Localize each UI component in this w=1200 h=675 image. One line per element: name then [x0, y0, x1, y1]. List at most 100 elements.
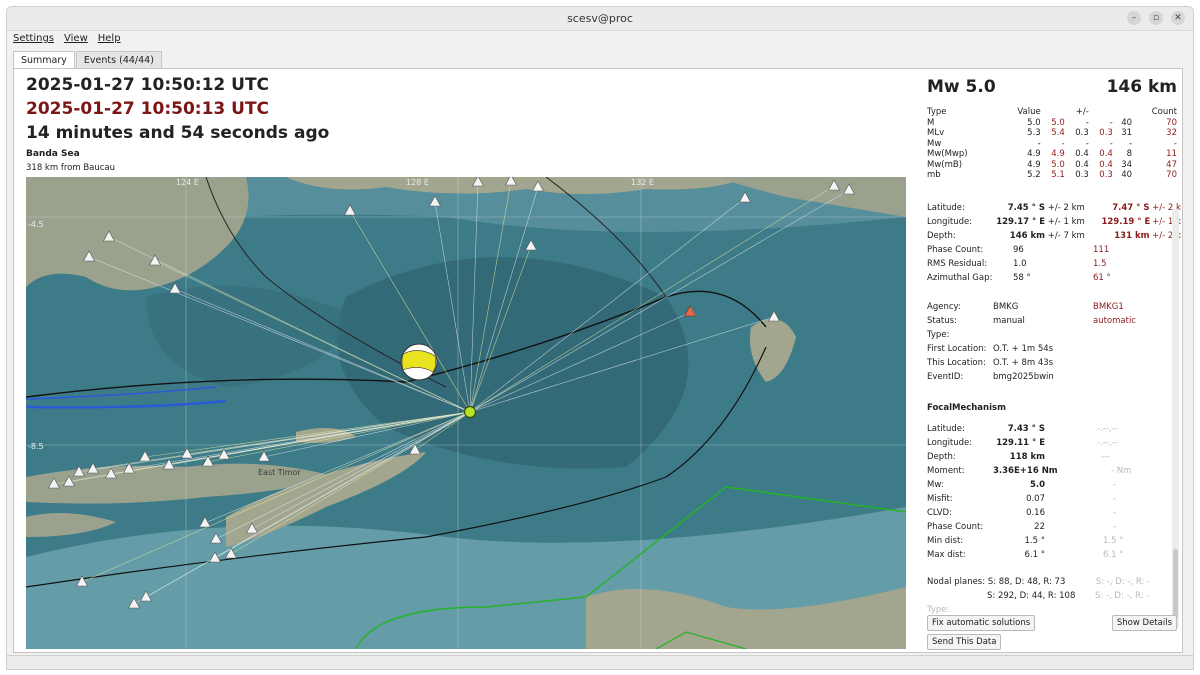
fm-depth-row: Depth: 118 km --- — [927, 452, 1111, 462]
status-row: Status: manual automatic — [927, 316, 1136, 326]
details-scrollbar[interactable] — [1172, 209, 1179, 629]
nearest-city: 318 km from Baucau — [26, 163, 116, 173]
menu-view[interactable]: View — [64, 31, 88, 47]
magnitude-table-header: Type Value +/- Count — [927, 107, 1177, 118]
azimuthal-gap-row: Azimuthal Gap: 58 ° 61 ° — [927, 273, 1111, 283]
fm-longitude-row: Longitude: 129.11 ° E -.--,-- — [927, 438, 1118, 448]
type-row: Type: — [927, 330, 950, 340]
magnitude-cell-v2: 5.4 — [1051, 128, 1065, 138]
send-this-data-button[interactable]: Send This Data — [927, 634, 1002, 650]
this-location-row: This Location: O.T. + 8m 43s — [927, 358, 1054, 368]
tab-summary[interactable]: Summary — [13, 51, 75, 69]
magnitude-cell-v2: 5.0 — [1051, 117, 1065, 128]
fm-latitude-row: Latitude: 7.43 ° S -.--,-- — [927, 424, 1118, 434]
magnitude-cell-type: Mw(mB) — [927, 159, 963, 170]
event-overview: 2025-01-27 10:50:12 UTC 2025-01-27 10:50… — [20, 69, 910, 652]
magnitude-cell-c1: 31 — [1121, 128, 1133, 138]
magnitude-row: M 5.0 5.0- -40 70 — [927, 118, 1177, 129]
magnitude-cell-type: Mw — [927, 138, 942, 149]
minimize-button[interactable]: – — [1127, 11, 1141, 25]
tab-events[interactable]: Events (44/44) — [75, 51, 162, 69]
status-bar — [7, 655, 1193, 669]
magnitude-cell-v2: 4.9 — [1051, 149, 1065, 159]
fm-type-row: Type: — [927, 605, 950, 615]
magnitude-cell-v1: 4.9 — [1027, 149, 1041, 159]
menu-bar: Settings View Help — [7, 31, 1193, 47]
magnitude-cell-type: mb — [927, 170, 941, 180]
event-map[interactable]: 124 E 128 E 132 E -4.5 -8.5 East Timor — [26, 177, 906, 649]
magnitude-cell-c2: 70 — [1166, 170, 1177, 180]
map-canvas[interactable]: 124 E 128 E 132 E -4.5 -8.5 East Timor — [26, 177, 906, 649]
region-name: Banda Sea — [26, 149, 80, 159]
magnitude-cell-v1: 4.9 — [1027, 159, 1041, 170]
magnitude-cell-type: MLv — [927, 128, 945, 138]
fix-automatic-solutions-button[interactable]: Fix automatic solutions — [927, 615, 1036, 631]
rms-residual-row: RMS Residual: 1.0 1.5 — [927, 259, 1107, 269]
magnitude-cell-c1: - — [1129, 138, 1133, 149]
magnitude-cell-c2: - — [1173, 138, 1177, 149]
window-title: scesv@proc — [567, 12, 633, 25]
magnitude-cell-v2: 5.1 — [1051, 170, 1065, 180]
origin-latitude-row: Latitude: 7.45 ° S +/- 2 km 7.47 ° S +/- 2… — [927, 203, 1181, 213]
lat-label-lower: -8.5 — [28, 442, 44, 451]
place-label: East Timor — [258, 468, 301, 477]
magnitude-cell-e1: 0.4 — [1075, 159, 1089, 170]
magnitude-cell-e2: - — [1109, 138, 1113, 149]
origin-time: 2025-01-27 10:50:12 UTC — [26, 75, 270, 95]
epicenter-marker[interactable] — [463, 405, 477, 419]
window-controls: – ▫ ✕ — [1127, 11, 1185, 25]
col-value: Value — [1017, 107, 1041, 117]
maximize-button[interactable]: ▫ — [1149, 11, 1163, 25]
menu-help[interactable]: Help — [98, 31, 121, 47]
application-window: scesv@proc – ▫ ✕ Settings View Help Summ… — [6, 6, 1194, 670]
magnitude-cell-c2: 32 — [1166, 128, 1177, 138]
lon-label-124: 124 E — [176, 178, 199, 187]
origin-longitude-row: Longitude: 129.17 ° E +/- 1 km 129.19 ° E … — [927, 217, 1181, 227]
tab-bar: Summary Events (44/44) — [13, 51, 163, 69]
magnitude-cell-e1: 0.4 — [1075, 149, 1089, 159]
magnitude-cell-c2: 70 — [1166, 117, 1177, 128]
magnitude-cell-e2: - — [1109, 117, 1113, 128]
fm-misfit-row: Misfit: 0.07- — [927, 494, 1117, 504]
depth-value: 146 km — [1009, 231, 1045, 241]
nodal-plane-1-row: Nodal planes: S: 88, D: 48, R: 73 S: -, D… — [927, 577, 1151, 587]
fm-mw-row: Mw: 5.0- — [927, 480, 1117, 490]
fm-clvd-row: CLVD: 0.16- — [927, 508, 1117, 518]
magnitude-title: Mw 5.0 — [927, 77, 996, 97]
magnitude-cell-e1: - — [1085, 117, 1089, 128]
magnitude-cell-c1: 40 — [1121, 170, 1133, 180]
time-since-event: 14 minutes and 54 seconds ago — [26, 123, 330, 143]
event-details-panel: Mw 5.0 146 km Type Value +/- Count M 5.0 5… — [919, 69, 1181, 652]
origin-time-alternative: 2025-01-27 10:50:13 UTC — [26, 99, 270, 119]
fm-phase-count-row: Phase Count: 22- — [927, 522, 1117, 532]
magnitude-cell-e2: 0.4 — [1099, 159, 1113, 170]
fm-min-dist-row: Min dist: 1.5 ° 1.5 ° — [927, 536, 1124, 546]
magnitude-cell-c2: 11 — [1166, 149, 1177, 159]
focal-mechanism-title: FocalMechanism — [927, 403, 1006, 413]
nodal-plane-2-row: S: 292, D: 44, R: 108 S: -, D: -, R: - — [987, 591, 1150, 601]
magnitude-cell-v1: 5.0 — [1027, 117, 1041, 128]
magnitude-cell-c1: 34 — [1121, 159, 1133, 170]
scrollbar-thumb[interactable] — [1173, 549, 1178, 619]
magnitude-cell-type: Mw(Mwp) — [927, 149, 968, 159]
agency-row: Agency: BMKG BMKG1 — [927, 302, 1124, 312]
phase-count-row: Phase Count: 96 111 — [927, 245, 1110, 255]
magnitude-row: MLv 5.3 5.4 0.3 0.3 31 32 — [927, 128, 1177, 139]
magnitude-table: Type Value +/- Count M 5.0 5.0- -40 70 MLv 5.3… — [927, 107, 1177, 181]
focal-mechanism-beachball[interactable] — [400, 343, 438, 381]
magnitude-cell-v1: 5.3 — [1027, 128, 1041, 138]
menu-settings[interactable]: Settings — [13, 31, 54, 47]
magnitude-row: mb 5.2 5.1 0.3 0.3 40 70 — [927, 170, 1177, 181]
lon-label-132: 132 E — [631, 178, 654, 187]
lat-label-upper: -4.5 — [28, 220, 44, 229]
magnitude-cell-e2: 0.3 — [1099, 170, 1113, 180]
title-bar: scesv@proc – ▫ ✕ — [7, 7, 1193, 31]
close-button[interactable]: ✕ — [1171, 11, 1185, 25]
lon-label-128: 128 E — [406, 178, 429, 187]
magnitude-cell-v2: 5.0 — [1051, 159, 1065, 170]
col-pm: +/- — [1075, 107, 1089, 117]
show-details-button[interactable]: Show Details — [1111, 615, 1177, 631]
depth-title: 146 km — [1106, 77, 1177, 97]
magnitude-cell-e1: 0.3 — [1075, 128, 1089, 138]
magnitude-cell-e1: 0.3 — [1075, 170, 1089, 180]
